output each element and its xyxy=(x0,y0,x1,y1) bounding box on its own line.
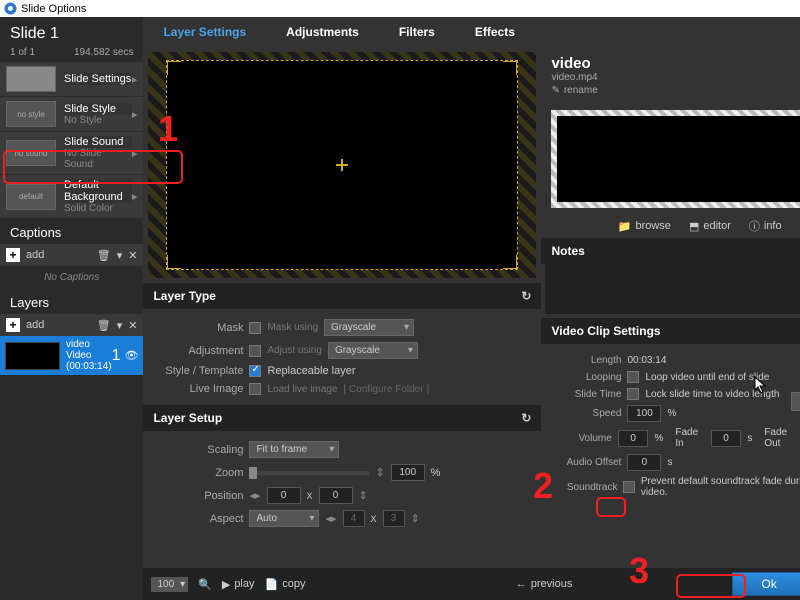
chevron-right-icon: ▸ xyxy=(132,190,138,203)
sidebar: Slide 1 1 of 1 194.582 secs Slide Settin… xyxy=(0,17,143,600)
rename-button[interactable]: ✎ rename xyxy=(551,85,800,96)
editor-button[interactable]: ⬒editor xyxy=(689,218,731,234)
plus-icon[interactable]: + xyxy=(6,248,20,262)
captions-header: Captions xyxy=(0,219,143,244)
pos-y-input[interactable]: 0 xyxy=(319,487,353,504)
eye-icon[interactable]: 👁 xyxy=(124,349,138,362)
aspect-select[interactable]: Auto xyxy=(249,510,319,527)
loop-checkbox[interactable] xyxy=(627,371,639,383)
thumb-default-bg: default xyxy=(6,184,56,210)
adjustment-checkbox[interactable] xyxy=(249,345,261,357)
pos-x-input[interactable]: 0 xyxy=(267,487,301,504)
layer-thumb xyxy=(5,342,60,370)
soundtrack-checkbox[interactable] xyxy=(623,481,634,493)
slide-duration: 194.582 secs xyxy=(74,47,134,58)
thumb-slide-sound: no sound xyxy=(6,140,56,166)
tab-adjustments[interactable]: Adjustments xyxy=(266,17,379,47)
plus-icon[interactable]: + xyxy=(6,318,20,332)
sidebar-item-slide-settings[interactable]: Slide Settings ▸ xyxy=(0,62,143,97)
thumb-slide-settings xyxy=(6,66,56,92)
refresh-icon[interactable] xyxy=(521,411,531,425)
zoom-slider[interactable] xyxy=(249,471,369,475)
ok-button[interactable]: Ok xyxy=(732,572,800,596)
info-button[interactable]: ⓘinfo xyxy=(749,218,782,234)
tools-icon[interactable]: ✕ xyxy=(128,319,137,332)
mask-select[interactable]: Grayscale xyxy=(324,319,414,336)
copy-button[interactable]: 📄 copy xyxy=(265,578,306,591)
folder-icon: 📁 xyxy=(618,220,632,233)
synctime-button[interactable]: Sync Time xyxy=(791,392,800,411)
layer-type-header: Layer Type xyxy=(153,289,215,303)
slide-title: Slide 1 xyxy=(10,25,133,43)
slide-counter: 1 of 1 xyxy=(10,47,35,58)
layer-setup-header: Layer Setup xyxy=(153,411,222,425)
tabs: Layer Settings Adjustments Filters Effec… xyxy=(143,17,800,47)
footer-bar: 100 🔍 ▶ play 📄 copy ← previous Ok Cancel xyxy=(143,568,800,600)
video-filename: video.mp4 xyxy=(551,72,800,83)
volume-input[interactable]: 0 xyxy=(618,430,649,447)
add-layer-label[interactable]: add xyxy=(26,319,44,331)
zoom-input[interactable]: 100 xyxy=(391,464,425,481)
vcs-header: Video Clip Settings xyxy=(551,324,660,338)
previous-button[interactable]: ← previous xyxy=(516,578,573,590)
scaling-select[interactable]: Fit to frame xyxy=(249,441,339,458)
notes-textarea[interactable] xyxy=(545,264,800,314)
liveimage-checkbox[interactable] xyxy=(249,383,261,395)
add-caption-label[interactable]: add xyxy=(26,249,44,261)
no-captions-note: No Captions xyxy=(0,266,143,289)
tab-filters[interactable]: Filters xyxy=(379,17,455,47)
video-title: video xyxy=(551,55,800,72)
sidebar-item-slide-style[interactable]: no style Slide Style No Style ▸ xyxy=(0,97,143,132)
layers-header: Layers xyxy=(0,289,143,314)
window-title: Slide Options xyxy=(21,3,86,15)
window-titlebar: Slide Options xyxy=(0,0,800,17)
thumb-slide-style: no style xyxy=(6,101,56,127)
chevron-right-icon: ▸ xyxy=(132,147,138,160)
notes-header: Notes xyxy=(551,244,584,258)
info-icon: ⓘ xyxy=(749,218,760,234)
pencil-icon: ✎ xyxy=(551,85,559,96)
play-button[interactable]: ▶ play xyxy=(222,578,255,591)
replaceable-checkbox[interactable] xyxy=(249,365,261,377)
length-value: 00:03:14 xyxy=(627,355,666,366)
layer-index: 1 xyxy=(112,347,121,365)
mask-checkbox[interactable] xyxy=(249,322,261,334)
chevron-down-icon[interactable]: ▾ xyxy=(117,319,123,332)
tab-effects[interactable]: Effects xyxy=(455,17,535,47)
video-thumbnail xyxy=(551,110,800,208)
sidebar-item-slide-sound[interactable]: no sound Slide Sound No Slide Sound ▸ xyxy=(0,132,143,175)
app-icon xyxy=(4,2,17,15)
browse-button[interactable]: 📁browse xyxy=(618,218,671,234)
crosshair-icon xyxy=(336,159,348,171)
speed-input[interactable]: 100 xyxy=(627,405,661,422)
chevron-right-icon: ▸ xyxy=(132,73,138,86)
zoom-select[interactable]: 100 xyxy=(151,577,188,592)
adjust-select[interactable]: Grayscale xyxy=(328,342,418,359)
search-icon[interactable]: 🔍 xyxy=(198,578,212,591)
configure-folder-link[interactable]: [ Configure Folder ] xyxy=(344,384,430,395)
audio-offset-input[interactable]: 0 xyxy=(627,454,661,471)
tab-layer-settings[interactable]: Layer Settings xyxy=(143,17,266,47)
trash-icon[interactable]: 🗑 xyxy=(97,319,111,332)
lock-checkbox[interactable] xyxy=(627,388,639,400)
editor-icon: ⬒ xyxy=(689,220,699,233)
fadein-input[interactable]: 0 xyxy=(711,430,742,447)
tools-icon[interactable]: ✕ xyxy=(128,249,137,262)
trash-icon[interactable]: 🗑 xyxy=(97,249,111,262)
chevron-down-icon[interactable]: ▾ xyxy=(117,249,123,262)
chevron-right-icon: ▸ xyxy=(132,108,138,121)
layer-item-video[interactable]: video Video (00:03:14) 1 👁 xyxy=(0,336,143,375)
refresh-icon[interactable] xyxy=(521,289,531,303)
sidebar-item-default-background[interactable]: default Default Background Solid Color ▸ xyxy=(0,175,143,219)
main-area: Layer Settings Adjustments Filters Effec… xyxy=(143,17,800,600)
preview-canvas[interactable] xyxy=(147,51,537,279)
